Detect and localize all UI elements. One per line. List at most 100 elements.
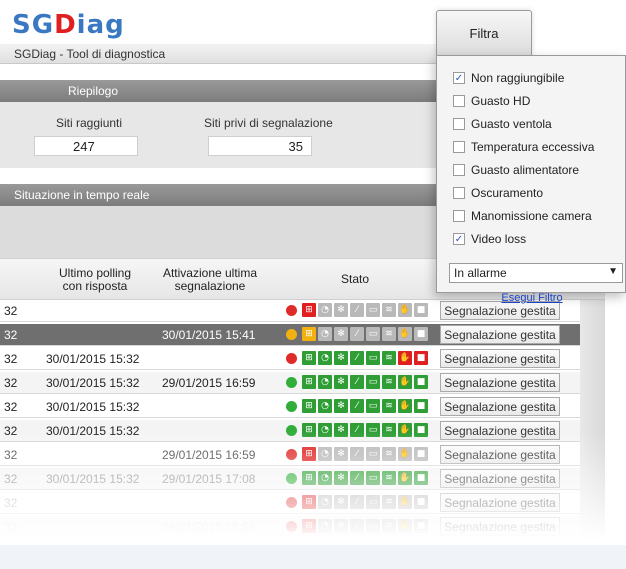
video-icon: ■ [414, 375, 428, 389]
status-icons: ⊞◔✻⁄▭≋✋■ [302, 375, 428, 389]
situazione-panel [0, 206, 440, 258]
fan-icon: ✻ [334, 351, 348, 365]
col-ultimo-polling[interactable]: Ultimo polling con risposta [40, 267, 150, 293]
table-row[interactable]: 32 30/01/2015 15:41 ⊞ ◔ ✻ ⁄ ▭ ≋ ✋ ■ Segnalazione g… [0, 324, 580, 346]
row-attivazione: 30/01/2015 15:41 [162, 328, 256, 342]
checkbox[interactable] [453, 164, 465, 176]
disk-icon: ◔ [318, 375, 332, 389]
tamper-icon: ✋ [398, 351, 412, 365]
disk-icon: ◔ [318, 303, 332, 317]
table-row[interactable]: 32 30/01/2015 15:32 29/01/2015 16:59 ⊞ ◔ ✻ ⁄ ▭ ≋… [0, 372, 580, 394]
status-icons: ⊞◔✻⁄▭≋✋■ [302, 399, 428, 413]
temperature-icon: ⁄ [350, 303, 364, 317]
checkbox[interactable] [453, 95, 465, 107]
status-icons: ⊞◔✻⁄▭≋✋■ [302, 303, 428, 317]
bottom-band [0, 545, 626, 569]
temperature-icon: ⁄ [350, 327, 364, 341]
tamper-icon: ✋ [398, 303, 412, 317]
segnalazione-gestita-button[interactable]: Segnalazione gestita [440, 349, 560, 368]
obscured-icon: ≋ [382, 375, 396, 389]
siti-raggiunti-label: Siti raggiunti [56, 116, 123, 130]
row-id: 32 [4, 376, 18, 390]
col-stato[interactable]: Stato [300, 273, 410, 286]
video-icon: ■ [414, 303, 428, 317]
filter-item-label: Guasto HD [471, 94, 531, 108]
table-row[interactable]: 32 30/01/2015 15:32 ⊞◔✻⁄▭≋✋■ Segnalazione g… [0, 396, 580, 418]
disk-icon: ◔ [318, 399, 332, 413]
checkbox[interactable] [453, 141, 465, 153]
video-icon: ■ [414, 399, 428, 413]
video-icon: ■ [414, 327, 428, 341]
status-dot-icon [286, 353, 297, 364]
checkbox[interactable] [453, 187, 465, 199]
riepilogo-panel: Siti raggiunti 247 Siti privi di segnala… [0, 102, 440, 168]
status-dot-icon [286, 305, 297, 316]
status-icons: ⊞◔✻⁄▭≋✋■ [302, 351, 428, 365]
row-ultimo-polling: 30/01/2015 15:32 [46, 376, 140, 390]
status-icons: ⊞◔✻⁄▭≋✋■ [302, 327, 428, 341]
row-id: 32 [4, 400, 18, 414]
disk-icon: ◔ [318, 351, 332, 365]
obscured-icon: ≋ [382, 399, 396, 413]
checkbox[interactable] [453, 210, 465, 222]
fan-icon: ✻ [334, 303, 348, 317]
network-icon: ⊞ [302, 351, 316, 365]
power-icon: ▭ [366, 351, 380, 365]
power-icon: ▭ [366, 375, 380, 389]
checkbox-checked[interactable]: ✓ [453, 72, 465, 84]
temperature-icon: ⁄ [350, 351, 364, 365]
row-ultimo-polling: 30/01/2015 15:32 [46, 352, 140, 366]
segnalazione-gestita-button[interactable]: Segnalazione gestita [440, 397, 560, 416]
fan-icon: ✻ [334, 327, 348, 341]
siti-privi-label: Siti privi di segnalazione [204, 116, 333, 130]
filter-item-label: Oscuramento [471, 186, 544, 200]
temperature-icon: ⁄ [350, 375, 364, 389]
row-attivazione: 29/01/2015 16:59 [162, 376, 256, 390]
filter-item-label: Manomissione camera [471, 209, 592, 223]
situazione-header: Situazione in tempo reale [0, 184, 440, 206]
siti-raggiunti-value: 247 [34, 136, 138, 156]
filter-item-label: Video loss [471, 232, 527, 246]
power-icon: ▭ [366, 303, 380, 317]
app-logo: SGDiag [12, 10, 125, 40]
filter-item-label: Guasto alimentatore [471, 163, 580, 177]
network-icon: ⊞ [302, 327, 316, 341]
obscured-icon: ≋ [382, 327, 396, 341]
col-attivazione[interactable]: Attivazione ultima segnalazione [150, 267, 270, 293]
siti-privi-value: 35 [208, 136, 312, 156]
riepilogo-header: Riepilogo [0, 80, 440, 102]
tamper-icon: ✋ [398, 327, 412, 341]
network-icon: ⊞ [302, 303, 316, 317]
filter-panel: ✓ Non raggiungibile Guasto HD Guasto ventol… [436, 55, 626, 304]
power-icon: ▭ [366, 399, 380, 413]
tamper-icon: ✋ [398, 399, 412, 413]
chevron-down-icon: ▼ [608, 266, 618, 277]
state-select[interactable]: In allarme ▼ [449, 263, 623, 283]
app-subtitle: SGDiag - Tool di diagnostica [0, 44, 440, 64]
row-id: 32 [4, 352, 18, 366]
bottom-fade [0, 430, 626, 540]
network-icon: ⊞ [302, 375, 316, 389]
filter-item-label: Temperatura eccessiva [471, 140, 595, 154]
obscured-icon: ≋ [382, 303, 396, 317]
segnalazione-gestita-button[interactable]: Segnalazione gestita [440, 325, 560, 344]
filter-item-label: Guasto ventola [471, 117, 552, 131]
tamper-icon: ✋ [398, 375, 412, 389]
fan-icon: ✻ [334, 375, 348, 389]
power-icon: ▭ [366, 327, 380, 341]
checkbox-checked[interactable]: ✓ [453, 233, 465, 245]
table-row[interactable]: 32 30/01/2015 15:32 ⊞◔✻⁄▭≋✋■ Segnalazione g… [0, 348, 580, 370]
obscured-icon: ≋ [382, 351, 396, 365]
segnalazione-gestita-button[interactable]: Segnalazione gestita [440, 373, 560, 392]
row-ultimo-polling: 30/01/2015 15:32 [46, 400, 140, 414]
status-dot-icon [286, 377, 297, 388]
temperature-icon: ⁄ [350, 399, 364, 413]
row-id: 32 [4, 304, 18, 318]
esegui-filtro-link[interactable]: Esegui Filtro [437, 292, 626, 304]
disk-icon: ◔ [318, 327, 332, 341]
row-id: 32 [4, 328, 18, 342]
filtra-button[interactable]: Filtra [436, 10, 532, 56]
checkbox[interactable] [453, 118, 465, 130]
network-icon: ⊞ [302, 399, 316, 413]
video-icon: ■ [414, 351, 428, 365]
